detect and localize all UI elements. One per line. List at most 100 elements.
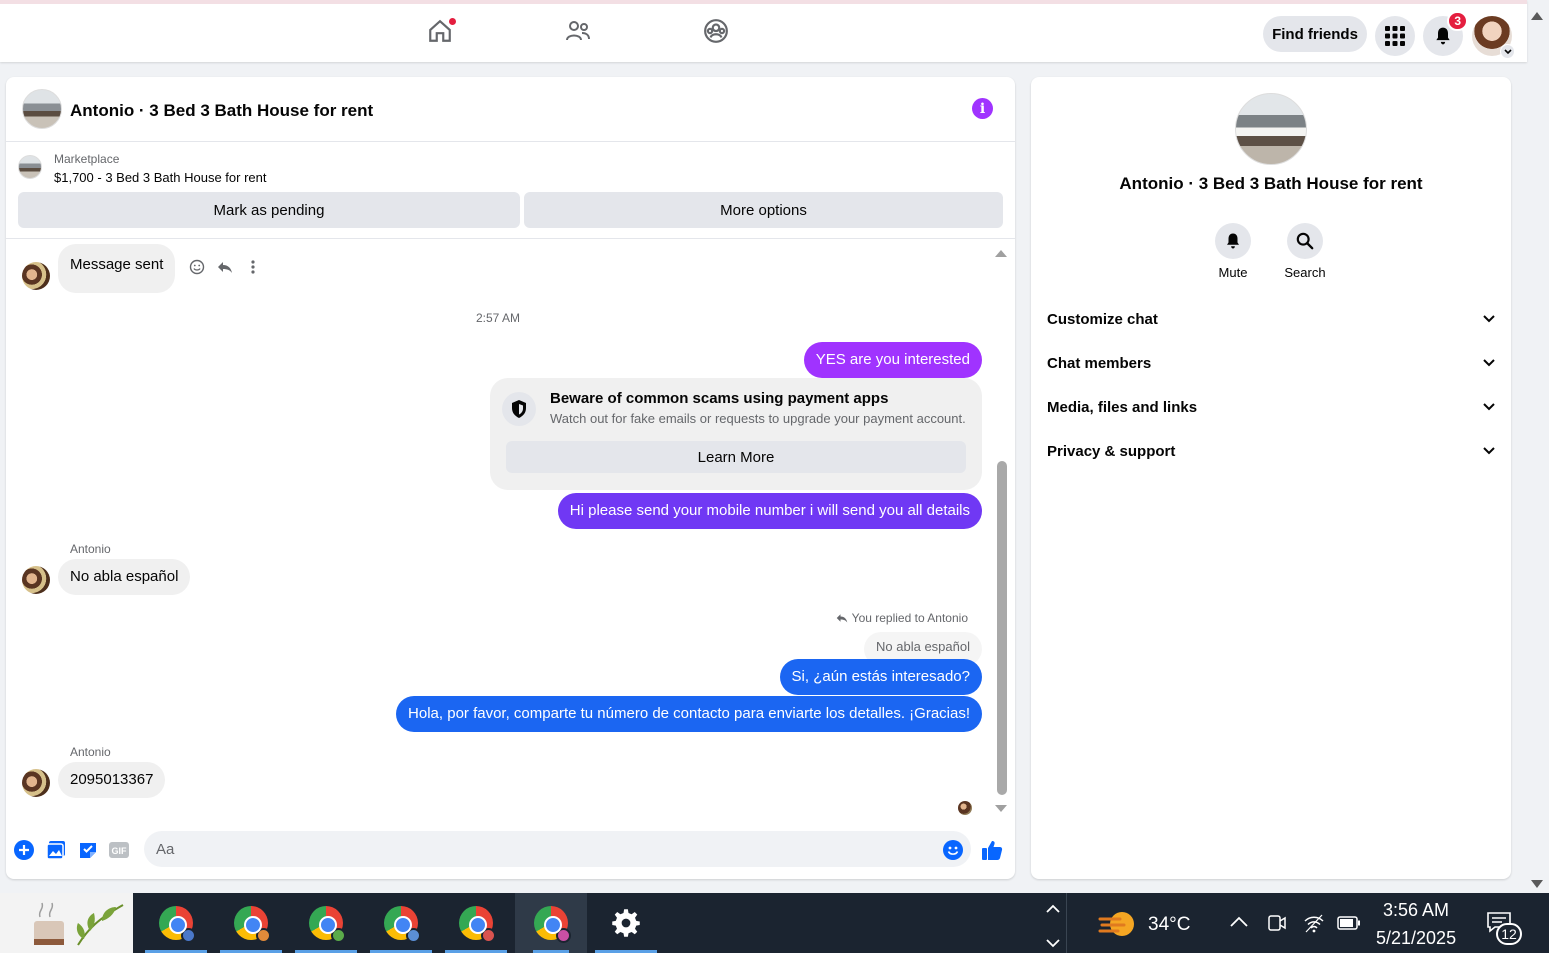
groups-icon[interactable] — [703, 18, 733, 48]
menu-grid-button[interactable] — [1375, 16, 1415, 56]
chevron-down-icon — [1483, 315, 1495, 323]
chat-avatar[interactable] — [22, 89, 62, 129]
message-bubble-incoming[interactable]: 2095013367 — [58, 762, 166, 798]
scroll-down-arrow[interactable] — [995, 805, 1007, 812]
message-actions — [188, 258, 262, 276]
learn-more-button[interactable]: Learn More — [506, 441, 966, 473]
tray-overflow-chevron-icon[interactable] — [1230, 915, 1248, 933]
svg-text:GIF: GIF — [112, 846, 128, 856]
more-options-button[interactable]: More options — [524, 192, 1003, 228]
home-icon[interactable] — [427, 17, 457, 48]
sender-name: Antonio — [70, 542, 111, 556]
section-label: Customize chat — [1047, 310, 1158, 328]
mark-as-pending-button[interactable]: Mark as pending — [18, 192, 520, 228]
search-icon — [1296, 232, 1314, 250]
find-friends-button[interactable]: Find friends — [1263, 16, 1367, 52]
notification-center-count: 12 — [1496, 923, 1522, 945]
message-bubble-outgoing[interactable]: Hola, por favor, comparte tu número de c… — [396, 696, 982, 732]
chat-panel: Antonio · 3 Bed 3 Bath House for rent i … — [6, 77, 1015, 879]
weather-icon[interactable] — [1098, 907, 1138, 946]
friends-icon[interactable] — [565, 18, 595, 48]
message-bubble-outgoing[interactable]: YES are you interested — [803, 342, 982, 378]
message-bubble-outgoing[interactable]: Hi please send your mobile number i will… — [557, 493, 982, 529]
sender-name: Antonio — [70, 745, 111, 759]
gear-icon — [612, 909, 640, 937]
marketplace-listing-bar: Marketplace $1,700 - 3 Bed 3 Bath House … — [6, 143, 1015, 239]
listing-thumbnail[interactable] — [18, 155, 42, 179]
sender-avatar[interactable] — [22, 262, 50, 290]
section-media-files-links[interactable]: Media, files and links — [1047, 389, 1495, 425]
react-icon[interactable] — [188, 258, 206, 276]
chevron-down-icon — [1483, 403, 1495, 411]
search-button[interactable]: Search — [1275, 223, 1335, 280]
page-scroll-up-arrow[interactable] — [1531, 12, 1543, 20]
section-chat-members[interactable]: Chat members — [1047, 345, 1495, 381]
gif-icon[interactable]: GIF — [108, 839, 130, 861]
chrome-icon — [159, 906, 196, 943]
message-bubble-incoming[interactable]: Message sent — [58, 244, 176, 293]
section-label: Media, files and links — [1047, 398, 1198, 416]
chrome-icon — [534, 906, 571, 943]
settings-app[interactable] — [595, 893, 657, 953]
top-navigation-bar: Find friends 3 — [0, 0, 1527, 62]
chrome-icon — [384, 906, 421, 943]
photo-icon[interactable] — [45, 839, 67, 861]
battery-icon[interactable] — [1337, 916, 1361, 935]
weather-temperature[interactable]: 34°C — [1148, 914, 1190, 936]
chevron-down-icon — [1483, 447, 1495, 455]
notifications-button[interactable]: 3 — [1423, 11, 1468, 56]
mute-button[interactable]: Mute — [1203, 223, 1263, 280]
chrome-window-1[interactable] — [145, 893, 207, 953]
reply-indicator: You replied to Antonio — [836, 611, 968, 625]
bell-icon — [1227, 233, 1239, 249]
section-privacy-support[interactable]: Privacy & support — [1047, 433, 1495, 469]
plus-icon[interactable] — [13, 839, 35, 861]
chrome-icon — [459, 906, 496, 943]
wifi-icon[interactable] — [1303, 913, 1325, 938]
more-dots-icon[interactable] — [244, 258, 262, 276]
chrome-window-3[interactable] — [295, 893, 357, 953]
clock-time[interactable]: 3:56 AM — [1383, 900, 1449, 921]
reply-indicator-text: You replied to Antonio — [851, 611, 968, 625]
notification-center-button[interactable]: 12 — [1486, 911, 1526, 945]
account-avatar[interactable] — [1472, 16, 1515, 59]
message-scrollbar[interactable] — [995, 245, 1007, 815]
section-customize-chat[interactable]: Customize chat — [1047, 301, 1495, 337]
message-input[interactable] — [144, 831, 971, 867]
scam-warning-title: Beware of common scams using payment app… — [550, 390, 889, 407]
listing-title[interactable]: $1,700 - 3 Bed 3 Bath House for rent — [54, 170, 266, 185]
sender-avatar[interactable] — [22, 566, 50, 594]
message-list[interactable]: Message sent 2:57 AM YES are you interes… — [6, 240, 1015, 818]
info-icon[interactable]: i — [972, 98, 993, 119]
marketplace-label: Marketplace — [54, 152, 120, 166]
taskbar-scroll-down-icon[interactable] — [1046, 935, 1060, 953]
meet-camera-icon[interactable] — [1267, 913, 1287, 938]
taskbar-scroll-up-icon[interactable] — [1046, 901, 1060, 919]
sender-avatar[interactable] — [22, 769, 50, 797]
clock-date[interactable]: 5/21/2025 — [1376, 928, 1456, 949]
chat-title[interactable]: Antonio · 3 Bed 3 Bath House for rent — [70, 101, 373, 121]
chrome-window-4[interactable] — [370, 893, 432, 953]
chrome-window-5[interactable] — [445, 893, 507, 953]
thumbs-up-icon[interactable] — [981, 839, 1003, 861]
emoji-icon[interactable] — [942, 839, 964, 861]
scam-warning-text: Watch out for fake emails or requests to… — [550, 411, 966, 426]
grid-icon — [1385, 26, 1405, 46]
message-bubble-outgoing[interactable]: Si, ¿aún estás interesado? — [779, 659, 982, 695]
chrome-window-6-active[interactable] — [515, 893, 587, 953]
reply-icon[interactable] — [216, 258, 234, 276]
sticker-icon[interactable] — [77, 839, 99, 861]
page-scroll-down-arrow[interactable] — [1531, 880, 1543, 888]
reply-icon — [836, 614, 847, 623]
message-bubble-incoming[interactable]: No abla español — [58, 559, 191, 595]
conversation-info-panel: Antonio · 3 Bed 3 Bath House for rent Mu… — [1031, 77, 1511, 879]
chrome-window-2[interactable] — [220, 893, 282, 953]
tea-plant-icon — [34, 902, 124, 946]
conversation-avatar[interactable] — [1235, 93, 1307, 165]
mute-label: Mute — [1218, 265, 1248, 280]
scroll-thumb[interactable] — [997, 461, 1007, 795]
scroll-up-arrow[interactable] — [995, 250, 1007, 257]
taskbar-separator — [1066, 893, 1067, 953]
widgets-button[interactable] — [0, 893, 133, 953]
windows-taskbar: 34°C 3:56 AM 5/21/2025 12 — [0, 893, 1549, 953]
